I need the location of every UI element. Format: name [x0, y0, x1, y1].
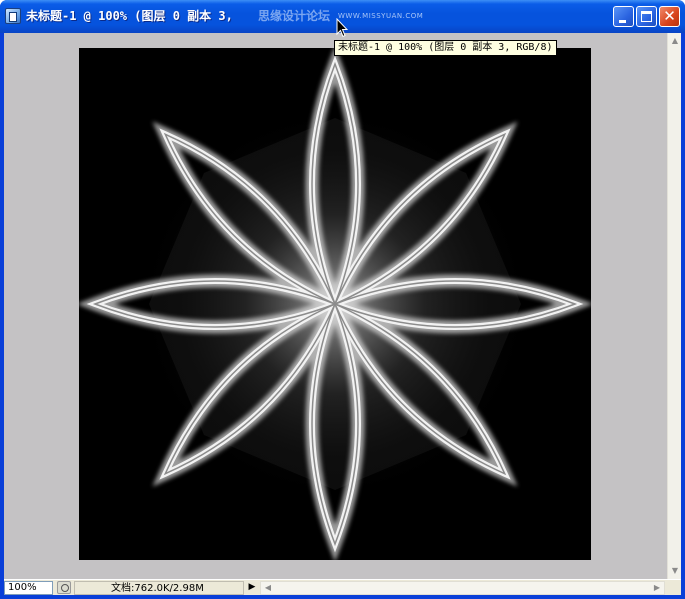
vertical-scrollbar[interactable]: ▲ ▼ — [667, 33, 681, 579]
watermark-url: WWW.MISSYUAN.COM — [338, 12, 424, 20]
close-button[interactable]: ✕ — [659, 6, 680, 27]
workspace: ▲ ▼ 100% 文档:762.0K/2.98M ▶ ◀ ▶ — [4, 33, 681, 595]
window-title: 未标题-1 @ 100% (图层 0 副本 3, — [26, 9, 233, 23]
minimize-icon — [619, 20, 626, 23]
document-size-info: 文档:762.0K/2.98M — [74, 581, 244, 595]
minimize-button[interactable] — [613, 6, 634, 27]
document-icon[interactable] — [5, 8, 21, 24]
document-window: 未标题-1 @ 100% (图层 0 副本 3, 思缘设计论坛 WWW.MISS… — [0, 0, 685, 599]
scroll-down-icon[interactable]: ▼ — [669, 565, 681, 577]
maximize-icon — [641, 11, 652, 22]
image-canvas[interactable] — [79, 48, 591, 560]
status-options-icon[interactable] — [57, 581, 71, 594]
scroll-left-icon[interactable]: ◀ — [262, 582, 274, 594]
watermark-text: 思缘设计论坛 — [258, 9, 331, 23]
scroll-up-icon[interactable]: ▲ — [669, 35, 681, 47]
resize-grip-icon[interactable] — [667, 581, 681, 595]
star-flower-artwork — [79, 48, 591, 560]
status-menu-arrow-icon[interactable]: ▶ — [246, 581, 258, 595]
status-bar: 100% 文档:762.0K/2.98M ▶ ◀ ▶ — [4, 579, 681, 595]
scroll-right-icon[interactable]: ▶ — [651, 582, 663, 594]
title-tooltip: 未标题-1 @ 100% (图层 0 副本 3, RGB/8) — [334, 40, 557, 56]
close-icon: ✕ — [663, 7, 676, 25]
horizontal-scrollbar[interactable]: ◀ ▶ — [260, 581, 665, 595]
mouse-pointer-icon — [336, 18, 348, 38]
zoom-level-field[interactable]: 100% — [4, 581, 53, 595]
maximize-button[interactable] — [636, 6, 657, 27]
